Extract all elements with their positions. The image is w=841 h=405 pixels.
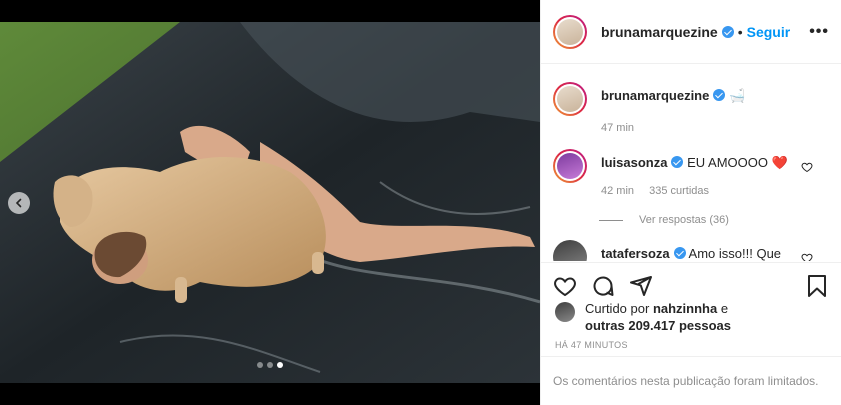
separator-dot: • <box>737 23 743 40</box>
comment-icon[interactable] <box>591 274 615 298</box>
post-sidebar: brunamarquezine • Seguir ••• brunamarque… <box>540 0 841 405</box>
like-comment-heart-icon[interactable] <box>801 252 813 261</box>
carousel-dot-active <box>277 362 283 368</box>
chevron-left-icon <box>15 198 22 208</box>
comment-item: luisasonza EU AMOOOO ❤️ 42 min 335 curti… <box>553 149 829 200</box>
comment-likes[interactable]: 335 curtidas <box>649 185 709 197</box>
likes-prefix: Curtido por <box>585 301 650 316</box>
comment-username[interactable]: luisasonza <box>601 155 667 170</box>
carousel-dot <box>257 362 263 368</box>
post-photo <box>0 22 540 383</box>
caption-username[interactable]: brunamarquezine <box>601 88 709 103</box>
comment-text: EU AMOOOO ❤️ <box>687 155 788 170</box>
carousel-prev-button[interactable] <box>8 192 30 214</box>
verified-icon <box>713 89 726 101</box>
verified-icon <box>673 247 686 259</box>
caption-time[interactable]: 47 min <box>601 122 634 134</box>
caption-text: 🛁 <box>728 88 746 103</box>
likes-conj: e <box>720 301 729 316</box>
comment-avatar[interactable] <box>553 149 587 183</box>
heart-icon[interactable] <box>553 274 577 298</box>
bookmark-icon[interactable] <box>805 274 829 298</box>
comment-time[interactable]: 42 min <box>601 185 634 197</box>
likes-summary: Curtido por nahzinnha e outras 209.417 p… <box>555 300 731 334</box>
comment-item: tatafersoza Amo isso!!! Que <box>553 240 829 261</box>
post-timestamp[interactable]: HÁ 47 MINUTOS <box>555 340 628 350</box>
carousel-dot <box>267 362 273 368</box>
post-header: brunamarquezine • Seguir ••• <box>541 0 841 64</box>
author-avatar[interactable] <box>553 14 587 49</box>
caption-avatar[interactable] <box>553 82 587 116</box>
share-icon[interactable] <box>629 274 653 298</box>
liker-username[interactable]: nahzinnha <box>653 301 717 316</box>
likes-count[interactable]: outras 209.417 pessoas <box>585 318 731 333</box>
follow-button[interactable]: Seguir <box>747 24 791 40</box>
comment-text: Amo isso!!! Que <box>688 246 782 261</box>
author-username[interactable]: brunamarquezine <box>601 24 734 40</box>
like-comment-heart-icon[interactable] <box>801 161 813 173</box>
verified-icon <box>671 156 684 168</box>
carousel-indicator <box>257 362 283 368</box>
comment-avatar[interactable] <box>553 240 587 261</box>
comments-list: brunamarquezine 🛁 47 min luisasonza EU A… <box>541 65 841 261</box>
more-options-icon[interactable]: ••• <box>809 23 829 41</box>
verified-icon <box>721 25 734 38</box>
view-replies-button[interactable]: Ver respostas (36) <box>599 214 829 226</box>
caption: brunamarquezine 🛁 47 min <box>553 82 829 137</box>
comment-username[interactable]: tatafersoza <box>601 246 670 261</box>
post-media <box>0 0 540 405</box>
post-actions <box>541 262 841 300</box>
liker-avatar[interactable] <box>555 302 575 322</box>
view-replies-label: Ver respostas (36) <box>639 214 729 226</box>
comments-limited-notice: Os comentários nesta publicação foram li… <box>541 356 841 405</box>
